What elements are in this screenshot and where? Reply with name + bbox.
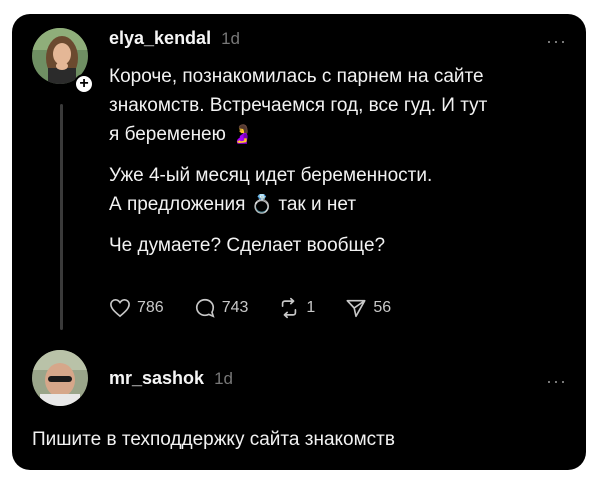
reply-more-icon[interactable]: ··· (546, 372, 567, 390)
author-username[interactable]: elya_kendal (109, 28, 211, 49)
share-button[interactable]: 56 (345, 297, 391, 319)
post-header: elya_kendal 1d (109, 28, 240, 49)
reply-author-avatar[interactable] (32, 350, 88, 406)
comment-count: 743 (221, 299, 249, 316)
repost-button[interactable]: 1 (278, 297, 315, 319)
send-icon (346, 299, 366, 318)
share-count: 56 (373, 299, 392, 316)
reply-time: 1d (214, 369, 233, 388)
post-line: знакомств. Встречаемся год, все гуд. И т… (109, 95, 488, 116)
post-time: 1d (221, 29, 240, 48)
repost-icon (282, 297, 297, 319)
post-line: А предложения (109, 194, 246, 215)
ring-emoji-icon: 💍 (250, 194, 274, 214)
follow-plus-icon[interactable]: + (74, 74, 94, 94)
post-line: так и нет (278, 194, 357, 215)
post-paragraph-3: Че думаете? Сделает вообще? (109, 231, 569, 260)
comment-icon (195, 298, 215, 318)
like-button[interactable]: 786 (109, 298, 164, 318)
post-actions: 786 743 1 56 (109, 297, 421, 319)
post-line: я беременею (109, 124, 226, 145)
thread-connector-line (60, 104, 63, 330)
post-body: Короче, познакомилась с парнем на сайте … (109, 62, 569, 260)
post-line: Короче, познакомилась с парнем на сайте (109, 66, 484, 87)
post-paragraph-1: Короче, познакомилась с парнем на сайте … (109, 62, 569, 149)
post-line: Уже 4-ый месяц идет беременности. (109, 165, 433, 186)
thread-card: + elya_kendal 1d ··· Короче, познакомила… (12, 14, 586, 470)
comment-button[interactable]: 743 (194, 297, 249, 319)
repost-count: 1 (306, 299, 316, 316)
like-count: 786 (137, 299, 164, 316)
post-more-icon[interactable]: ··· (546, 32, 567, 50)
heart-icon (110, 298, 130, 318)
reply-header: mr_sashok 1d (109, 368, 233, 389)
pregnant-emoji-icon: 🤰 (231, 124, 254, 144)
post-paragraph-2: Уже 4-ый месяц идет беременности. А пред… (109, 161, 569, 219)
reply-username[interactable]: mr_sashok (109, 368, 204, 389)
post-line: Че думаете? Сделает вообще? (109, 235, 386, 256)
reply-body: Пишите в техподдержку сайта знакомств (32, 429, 395, 450)
